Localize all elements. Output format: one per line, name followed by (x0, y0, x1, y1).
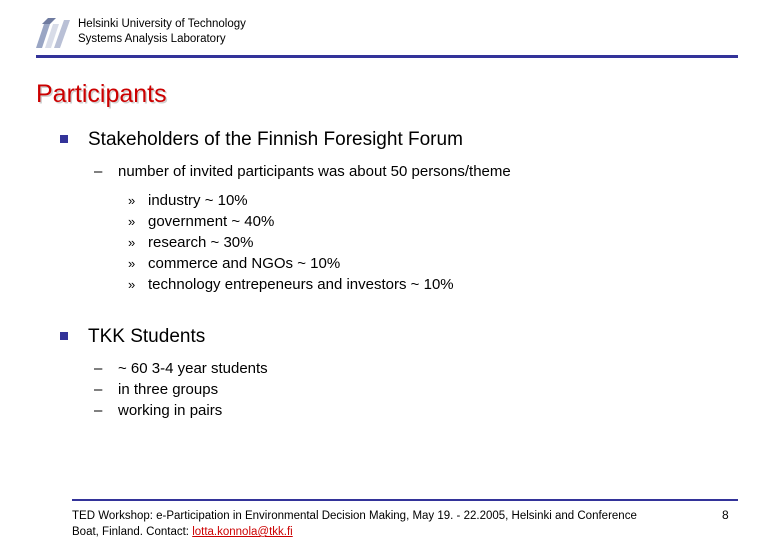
footer-divider (72, 499, 738, 501)
bullet-text-level1: TKK Students (88, 326, 206, 347)
dash-bullet-icon: – (94, 381, 103, 398)
page-title: Participants (36, 80, 167, 108)
bullet-item-level2: – working in pairs (0, 400, 780, 421)
bullet-text-level1: Stakeholders of the Finnish Foresight Fo… (88, 129, 463, 150)
bullet-item-level1: TKK Students (0, 325, 780, 349)
hut-sal-logo-icon (36, 18, 70, 48)
chevron-bullet-icon: » (128, 277, 136, 292)
slide-body: Stakeholders of the Finnish Foresight Fo… (0, 128, 780, 421)
dash-bullet-icon: – (94, 402, 103, 419)
footer-contact-label: Boat, Finland. Contact: (72, 526, 193, 538)
bullet-item-level2: – ~ 60 3-4 year students (0, 358, 780, 379)
header-org-line2: Systems Analysis Laboratory (78, 33, 226, 45)
bullet-text-level2: working in pairs (118, 402, 223, 419)
bullet-text-level2: number of invited participants was about… (118, 163, 511, 180)
footer-email-link[interactable]: lotta.konnola@tkk.fi (192, 526, 293, 538)
slide-header: Helsinki University of Technology System… (0, 0, 780, 60)
bullet-text-level3: research ~ 30% (148, 234, 254, 251)
chevron-bullet-icon: » (128, 193, 136, 208)
bullet-text-level3: industry ~ 10% (148, 192, 248, 209)
header-org-line1: Helsinki University of Technology (78, 18, 246, 30)
bullet-item-level3: » research ~ 30% (0, 232, 780, 253)
bullet-text-level3: technology entrepeneurs and investors ~ … (148, 276, 454, 293)
slide-number: 8 (722, 508, 729, 522)
dash-bullet-icon: – (94, 360, 103, 377)
bullet-text-level3: government ~ 40% (148, 213, 275, 230)
bullet-item-level1: Stakeholders of the Finnish Foresight Fo… (0, 128, 780, 152)
square-bullet-icon (60, 135, 68, 143)
bullet-item-level3: » technology entrepeneurs and investors … (0, 274, 780, 295)
bullet-item-level2: – in three groups (0, 379, 780, 400)
chevron-bullet-icon: » (128, 256, 136, 271)
footer: TED Workshop: e-Participation in Environ… (72, 508, 718, 540)
footer-line2: Boat, Finland. Contact: lotta.konnola@tk… (72, 524, 718, 540)
chevron-bullet-icon: » (128, 235, 136, 250)
header-org: Helsinki University of Technology System… (78, 17, 246, 47)
bullet-text-level2: in three groups (118, 381, 219, 398)
bullet-item-level2: – number of invited participants was abo… (0, 161, 780, 182)
bullet-item-level3: » industry ~ 10% (0, 190, 780, 211)
chevron-bullet-icon: » (128, 214, 136, 229)
header-divider (36, 55, 738, 58)
bullet-item-level3: » commerce and NGOs ~ 10% (0, 253, 780, 274)
footer-line1: TED Workshop: e-Participation in Environ… (72, 510, 637, 522)
bullet-text-level3: commerce and NGOs ~ 10% (148, 255, 341, 272)
bullet-item-level3: » government ~ 40% (0, 211, 780, 232)
bullet-text-level2: ~ 60 3-4 year students (118, 360, 268, 377)
dash-bullet-icon: – (94, 163, 103, 180)
square-bullet-icon (60, 332, 68, 340)
